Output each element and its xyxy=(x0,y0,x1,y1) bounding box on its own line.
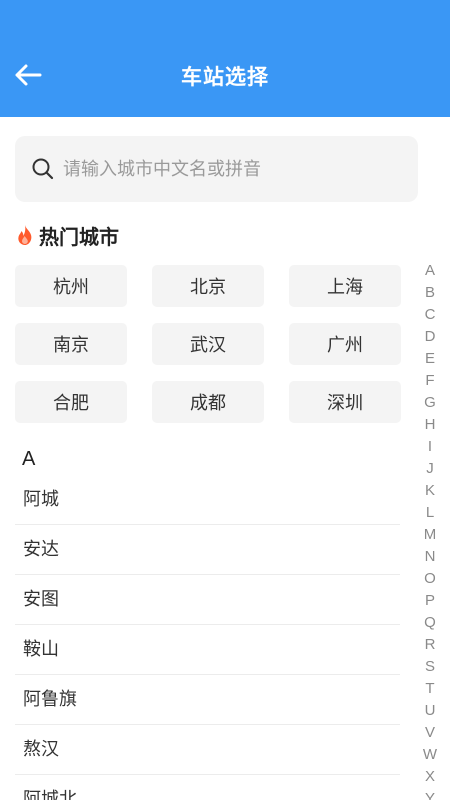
index-letter[interactable]: R xyxy=(425,634,436,656)
index-letter[interactable]: X xyxy=(425,766,435,788)
index-letter[interactable]: O xyxy=(424,568,436,590)
index-letter[interactable]: C xyxy=(425,304,436,326)
list-item[interactable]: 鞍山 xyxy=(15,625,400,675)
index-letter[interactable]: F xyxy=(425,370,434,392)
index-letter[interactable]: M xyxy=(424,524,437,546)
fire-icon xyxy=(15,223,37,247)
index-letter[interactable]: H xyxy=(425,414,436,436)
index-letter[interactable]: K xyxy=(425,480,435,502)
index-letter[interactable]: I xyxy=(428,436,432,458)
index-letter[interactable]: Y xyxy=(425,788,435,800)
alphabet-index-bar[interactable]: A B C D E F G H I J K L M N O P Q R S T … xyxy=(420,260,440,800)
index-letter[interactable]: J xyxy=(426,458,434,480)
hot-city-button[interactable]: 深圳 xyxy=(289,381,401,423)
index-letter[interactable]: U xyxy=(425,700,436,722)
hot-city-button[interactable]: 成都 xyxy=(152,381,264,423)
hot-city-button[interactable]: 南京 xyxy=(15,323,127,365)
index-letter[interactable]: B xyxy=(425,282,435,304)
index-letter[interactable]: W xyxy=(423,744,437,766)
index-letter[interactable]: Q xyxy=(424,612,436,634)
hot-city-button[interactable]: 合肥 xyxy=(15,381,127,423)
index-letter[interactable]: D xyxy=(425,326,436,348)
index-letter[interactable]: V xyxy=(425,722,435,744)
list-item[interactable]: 熬汉 xyxy=(15,725,400,775)
index-letter[interactable]: G xyxy=(424,392,436,414)
list-item[interactable]: 阿城 xyxy=(15,475,400,525)
hot-cities-grid: 杭州 北京 上海 南京 武汉 广州 合肥 成都 深圳 xyxy=(15,265,402,423)
index-letter[interactable]: A xyxy=(425,260,435,282)
index-letter[interactable]: P xyxy=(425,590,435,612)
section-header-letter: A xyxy=(22,448,36,470)
search-box[interactable] xyxy=(15,136,418,202)
list-item[interactable]: 安达 xyxy=(15,525,400,575)
index-letter[interactable]: S xyxy=(425,656,435,678)
index-letter[interactable]: N xyxy=(425,546,436,568)
app-header: 车站选择 xyxy=(0,0,450,117)
list-item[interactable]: 阿城北 xyxy=(15,775,400,800)
hot-city-button[interactable]: 广州 xyxy=(289,323,401,365)
search-icon xyxy=(31,157,55,181)
hot-city-button[interactable]: 北京 xyxy=(152,265,264,307)
page-title: 车站选择 xyxy=(181,65,269,89)
hot-cities-heading: 热门城市 xyxy=(15,220,119,250)
search-input[interactable] xyxy=(63,158,393,180)
hot-cities-title: 热门城市 xyxy=(39,224,119,249)
index-letter[interactable]: L xyxy=(426,502,434,524)
index-letter[interactable]: T xyxy=(425,678,434,700)
index-letter[interactable]: E xyxy=(425,348,435,370)
list-item[interactable]: 安图 xyxy=(15,575,400,625)
hot-city-button[interactable]: 上海 xyxy=(289,265,401,307)
hot-city-button[interactable]: 武汉 xyxy=(152,323,264,365)
city-list: 阿城 安达 安图 鞍山 阿鲁旗 熬汉 阿城北 xyxy=(15,475,400,800)
list-item[interactable]: 阿鲁旗 xyxy=(15,675,400,725)
hot-city-button[interactable]: 杭州 xyxy=(15,265,127,307)
